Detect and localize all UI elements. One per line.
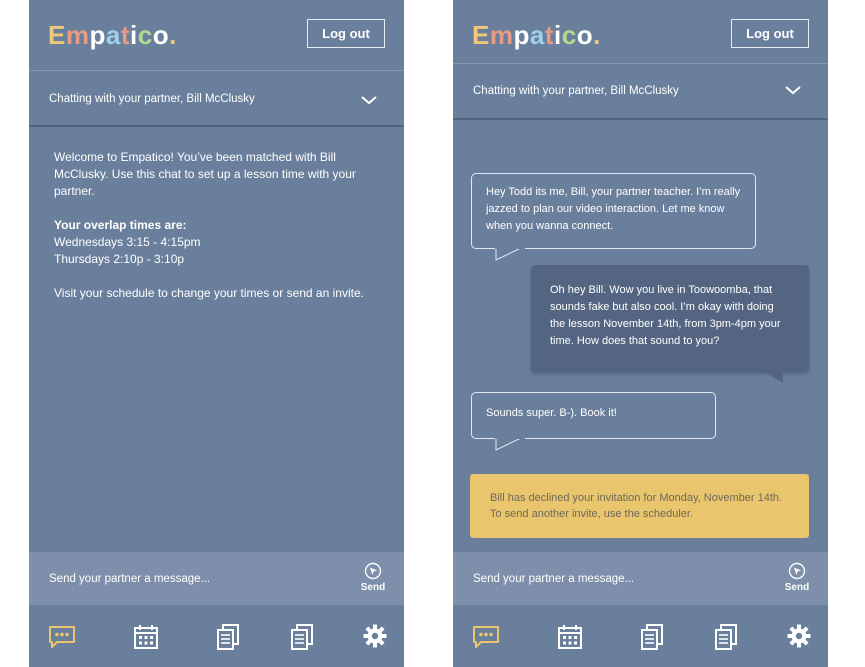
bottom-nav	[29, 607, 404, 667]
logo-letter: p	[513, 20, 530, 50]
send-label: Send	[784, 582, 810, 593]
send-button[interactable]: Send	[360, 562, 386, 596]
logo-letter: t	[544, 20, 554, 50]
message-bubble-incoming: Sounds super. B-). Book it!	[471, 392, 716, 439]
logo-letter: c	[137, 20, 153, 50]
logo-letter: o	[152, 20, 170, 50]
chat-partner-dropdown[interactable]: Chatting with your partner, Bill McClusk…	[453, 63, 828, 120]
message-bubble-incoming: Hey Todd its me, Bill, your partner teac…	[471, 173, 756, 249]
chat-screen-welcome: Empatico. Log out Chatting with your par…	[29, 0, 404, 667]
gear-icon	[363, 624, 387, 648]
logo-letter: .	[169, 20, 177, 50]
message-input[interactable]	[49, 570, 339, 588]
logo-letter: m	[65, 20, 90, 50]
nav-calendar[interactable]	[133, 624, 161, 652]
gear-icon	[787, 624, 811, 648]
app-header: Empatico. Log out	[453, 0, 828, 63]
nav-settings[interactable]	[363, 624, 391, 652]
chevron-down-icon	[361, 96, 377, 105]
app-header: Empatico. Log out	[29, 0, 404, 70]
logo-letter: E	[48, 20, 66, 50]
declined-invite-alert: Bill has declined your invitation for Mo…	[470, 474, 809, 538]
schedule-note: Visit your schedule to change your times…	[54, 286, 364, 300]
empatico-logo: Empatico.	[472, 20, 601, 51]
logo-letter: m	[489, 20, 514, 50]
message-text: Hey Todd its me, Bill, your partner teac…	[486, 186, 741, 232]
logo-letter: E	[472, 20, 490, 50]
logo-letter: i	[554, 20, 562, 50]
logo-letter: c	[561, 20, 577, 50]
nav-settings[interactable]	[787, 624, 815, 652]
nav-chat[interactable]	[48, 624, 76, 652]
send-icon	[788, 562, 806, 580]
chat-partner-dropdown[interactable]: Chatting with your partner, Bill McClusk…	[29, 70, 404, 127]
documents-icon	[641, 624, 663, 650]
bubble-tail	[495, 247, 525, 261]
alert-text: Bill has declined your invitation for Mo…	[490, 492, 783, 520]
logo-letter: o	[576, 20, 594, 50]
welcome-intro: Welcome to Empatico! You’ve been matched…	[54, 150, 356, 198]
nav-documents-2[interactable]	[290, 624, 318, 652]
message-input[interactable]	[473, 570, 763, 588]
chat-screen-conversation: Empatico. Log out Chatting with your par…	[453, 0, 828, 667]
nav-documents[interactable]	[640, 624, 668, 652]
chat-icon	[473, 626, 499, 648]
overlap-time: Thursdays 2:10p - 3:10p	[54, 252, 185, 266]
nav-documents-2[interactable]	[714, 624, 742, 652]
welcome-message: Welcome to Empatico! You’ve been matched…	[54, 149, 379, 319]
documents-icon	[217, 624, 239, 650]
message-composer: Send	[453, 552, 828, 605]
documents-icon	[291, 624, 313, 650]
message-bubble-outgoing: Oh hey Bill. Wow you live in Toowoomba, …	[531, 265, 809, 372]
chat-icon	[49, 626, 75, 648]
calendar-icon	[558, 625, 582, 649]
calendar-icon	[134, 625, 158, 649]
chat-partner-title: Chatting with your partner, Bill McClusk…	[473, 85, 679, 97]
logout-button[interactable]: Log out	[307, 19, 385, 48]
nav-chat[interactable]	[472, 624, 500, 652]
nav-documents[interactable]	[216, 624, 244, 652]
logout-button[interactable]: Log out	[731, 19, 809, 48]
send-button[interactable]: Send	[784, 562, 810, 596]
logo-letter: .	[593, 20, 601, 50]
message-text: Oh hey Bill. Wow you live in Toowoomba, …	[550, 284, 781, 347]
logo-letter: a	[105, 20, 121, 50]
send-icon	[364, 562, 382, 580]
chevron-down-icon	[785, 86, 801, 95]
logo-letter: t	[120, 20, 130, 50]
bottom-nav	[453, 607, 828, 667]
chat-partner-title: Chatting with your partner, Bill McClusk…	[49, 93, 255, 105]
empatico-logo: Empatico.	[48, 20, 177, 51]
overlap-times-label: Your overlap times are:	[54, 218, 187, 232]
documents-icon	[715, 624, 737, 650]
message-composer: Send	[29, 552, 404, 605]
overlap-time: Wednesdays 3:15 - 4:15pm	[54, 235, 201, 249]
bubble-tail	[763, 371, 783, 383]
nav-calendar[interactable]	[557, 624, 585, 652]
logo-letter: p	[89, 20, 106, 50]
bubble-tail	[495, 437, 525, 451]
send-label: Send	[360, 582, 386, 593]
message-text: Sounds super. B-). Book it!	[486, 407, 617, 419]
logo-letter: i	[130, 20, 138, 50]
logo-letter: a	[529, 20, 545, 50]
